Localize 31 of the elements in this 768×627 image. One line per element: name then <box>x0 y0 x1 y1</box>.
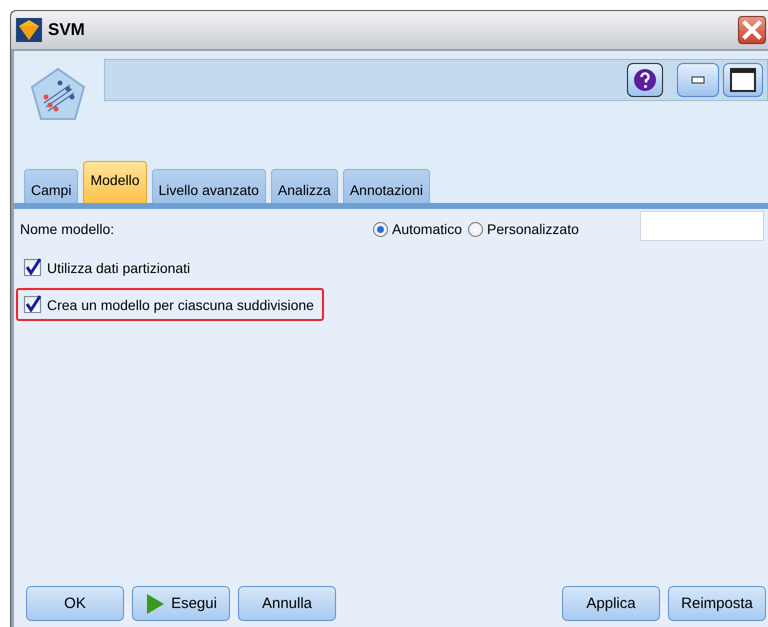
close-button[interactable] <box>738 16 766 44</box>
tab[interactable]: Annotazioni <box>342 169 430 203</box>
radio-button[interactable] <box>373 222 388 236</box>
tab[interactable]: Analizza <box>270 169 338 203</box>
radio-button[interactable] <box>468 222 484 236</box>
run-button[interactable]: Esegui <box>132 586 230 621</box>
play-icon <box>145 592 166 614</box>
field-label: Nome modello: <box>20 221 116 237</box>
model-name-field[interactable] <box>640 211 764 241</box>
maximize-button[interactable] <box>723 63 763 97</box>
dialog-button[interactable]: OK <box>26 586 124 621</box>
maximize-icon <box>730 68 756 92</box>
dialog-button[interactable]: Applica <box>562 586 660 621</box>
help-button[interactable] <box>627 63 663 97</box>
dialog-button[interactable]: Annulla <box>238 586 336 621</box>
tab[interactable]: Modello <box>83 161 146 203</box>
window-title: SVM <box>48 20 86 40</box>
dialog-button[interactable]: Reimposta <box>668 586 766 621</box>
tab[interactable]: Livello avanzato <box>152 169 266 203</box>
radio-label: Automatico <box>392 221 462 237</box>
radio-label: Personalizzato <box>487 221 579 237</box>
checkbox[interactable] <box>24 259 41 276</box>
diamond-icon <box>16 18 42 42</box>
minimize-button[interactable] <box>677 63 719 97</box>
checkbox[interactable] <box>24 296 41 313</box>
checkbox-label: Utilizza dati partizionati <box>47 260 190 276</box>
node-icon <box>30 67 86 123</box>
checkbox-label: Crea un modello per ciascuna suddivisione <box>47 296 314 312</box>
tab[interactable]: Campi <box>24 169 78 203</box>
help-icon <box>633 68 657 92</box>
minimize-icon <box>691 76 705 84</box>
